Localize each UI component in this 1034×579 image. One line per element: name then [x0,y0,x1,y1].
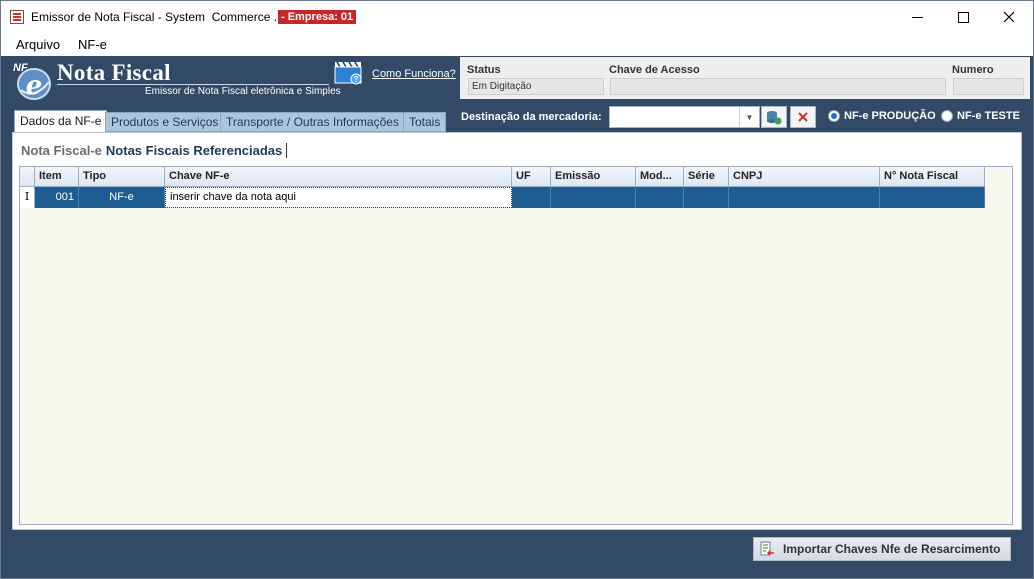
references-grid[interactable]: Item Tipo Chave NF-e UF Emissão Mod... S… [19,166,1013,525]
nfe-logo-icon: e NF [13,62,51,101]
cell-cnpj[interactable] [729,187,880,208]
subtab-notas-referenciadas[interactable]: Notas Fiscais Referenciadas [104,142,288,158]
database-add-button[interactable] [761,106,787,128]
cell-item[interactable]: 001 [35,187,79,208]
menu-arquivo[interactable]: Arquivo [16,37,60,52]
access-key-field [610,78,946,95]
empresa-badge: - Empresa: 01 [278,10,357,24]
cell-emissao[interactable] [551,187,636,208]
chevron-down-icon[interactable]: ▼ [739,107,759,127]
logo-title: Nota Fiscal [57,60,171,85]
import-list-icon [760,541,774,556]
video-help-icon[interactable]: ? [334,59,364,85]
radio-checked-icon[interactable] [828,110,840,122]
menu-bar: Arquivo NF-e [1,33,1033,55]
header-indicator [20,167,35,187]
header-emissao[interactable]: Emissão [551,167,636,187]
logo-subtitle: Emissor de Nota Fiscal eletrônica e Simp… [145,86,341,97]
access-key-label: Chave de Acesso [609,64,700,76]
close-icon [1003,11,1015,23]
maximize-button[interactable] [940,1,986,33]
cell-uf[interactable] [512,187,551,208]
status-panel: Status Em Digitação Chave de Acesso Nume… [460,57,1030,99]
radio-teste[interactable]: NF-e TESTE [941,110,1020,122]
number-field [953,78,1024,95]
cell-numero-nf[interactable] [880,187,985,208]
client-area: e NF Nota Fiscal Emissor de Nota Fiscal … [1,56,1033,578]
main-window: Emissor de Nota Fiscal - System Commerce… [0,0,1034,579]
window-title: Emissor de Nota Fiscal - System Commerce… [31,10,302,24]
tab-totais[interactable]: Totais [403,112,447,132]
import-keys-button[interactable]: Importar Chaves Nfe de Resarcimento [753,537,1011,561]
clear-destination-button[interactable] [790,106,816,128]
subtab-nota-fiscal[interactable]: Nota Fiscal-e [19,143,104,158]
logo-divider [57,84,329,85]
close-button[interactable] [986,1,1032,33]
status-label: Status [467,64,501,76]
header-serie[interactable]: Série [684,167,729,187]
header-uf[interactable]: UF [512,167,551,187]
minimize-button[interactable] [894,1,940,33]
radio-producao[interactable]: NF-e PRODUÇÃO [828,110,936,122]
logo-emblem-letter: e [26,71,43,101]
destination-select[interactable]: ▼ [609,106,760,128]
table-row[interactable]: I 001 NF-e inserir chave da nota aqui [20,187,985,208]
header-chave[interactable]: Chave NF-e [165,167,512,187]
header-item[interactable]: Item [35,167,79,187]
header-cnpj[interactable]: CNPJ [729,167,880,187]
row-indicator-icon: I [20,187,35,208]
tab-dados-nfe[interactable]: Dados da NF-e [14,110,108,132]
delete-x-icon [798,112,808,122]
radio-teste-label: NF-e TESTE [957,110,1020,122]
import-keys-label: Importar Chaves Nfe de Resarcimento [783,542,1001,556]
logo-nf-badge: NF [13,62,28,74]
grid-header: Item Tipo Chave NF-e UF Emissão Mod... S… [20,167,985,187]
maximize-icon [957,11,969,23]
svg-text:?: ? [354,75,359,84]
tab-produtos-servicos[interactable]: Produtos e Serviços [105,112,225,132]
how-it-works-link[interactable]: Como Funciona? [372,68,456,80]
tab-transporte[interactable]: Transporte / Outras Informações [220,112,405,132]
content-panel: Nota Fiscal-e Notas Fiscais Referenciada… [12,132,1022,530]
header-tipo[interactable]: Tipo [79,167,165,187]
cell-modelo[interactable] [636,187,684,208]
title-bar[interactable]: Emissor de Nota Fiscal - System Commerce… [1,1,1033,33]
header-numero-nf[interactable]: N° Nota Fiscal [880,167,985,187]
minimize-icon [911,16,923,18]
database-icon [767,111,782,125]
cell-chave-input[interactable]: inserir chave da nota aqui [165,187,512,208]
header-modelo[interactable]: Mod... [636,167,684,187]
app-icon [10,10,24,24]
status-field: Em Digitação [468,78,604,95]
menu-nfe[interactable]: NF-e [78,37,107,52]
cell-tipo[interactable]: NF-e [79,187,165,208]
cell-serie[interactable] [684,187,729,208]
destination-label: Destinação da mercadoria: [461,111,602,123]
number-label: Numero [952,64,994,76]
radio-unchecked-icon[interactable] [941,110,953,122]
radio-producao-label: NF-e PRODUÇÃO [844,110,936,122]
sub-tabs: Nota Fiscal-e Notas Fiscais Referenciada… [19,141,288,159]
